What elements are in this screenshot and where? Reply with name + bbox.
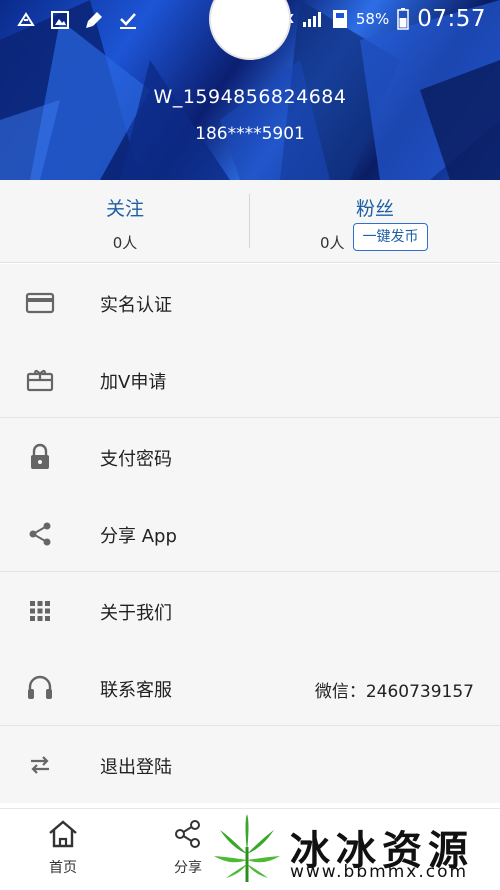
menu-item-label: 联系客服 [100, 680, 172, 701]
sd-card-icon [332, 10, 347, 28]
notification-app-icon [17, 12, 35, 26]
battery-icon [397, 8, 409, 30]
issue-coin-button[interactable]: 一键发币 [353, 223, 428, 251]
gift-icon [26, 369, 54, 392]
following-stat[interactable]: 关注 0人 [0, 180, 250, 263]
phone-number: 186****5901 [195, 124, 305, 144]
menu-item-label: 分享 App [100, 526, 177, 547]
settings-menu: 实名认证 加V申请 支付密码 分享 App 关于我们 联系客服 微信：24607… [0, 264, 500, 803]
menu-item-v-application[interactable]: 加V申请 [0, 341, 500, 418]
headset-icon [28, 675, 52, 699]
battery-percentage: 58% [355, 10, 390, 28]
tab-share-label: 分享 [174, 860, 202, 876]
share-icon [29, 522, 51, 546]
id-card-icon [25, 292, 55, 314]
following-count: 0人 [112, 234, 138, 252]
tab-share[interactable]: 分享 [158, 817, 218, 877]
menu-item-label: 关于我们 [100, 603, 172, 624]
menu-item-real-name-verification[interactable]: 实名认证 [0, 264, 500, 341]
profile-header: 1 1X 58% 07:57 W_1594856824684 186****59… [0, 0, 500, 180]
menu-item-label: 加V申请 [100, 372, 167, 393]
lock-icon [31, 443, 49, 469]
menu-item-logout[interactable]: 退出登陆 [0, 726, 500, 803]
menu-item-customer-service[interactable]: 联系客服 微信：2460739157 [0, 649, 500, 726]
menu-item-about-us[interactable]: 关于我们 [0, 572, 500, 649]
username: W_1594856824684 [153, 86, 347, 108]
wechat-contact: 微信：2460739157 [314, 682, 474, 702]
menu-item-share-app[interactable]: 分享 App [0, 495, 500, 572]
tab-home-label: 首页 [49, 860, 77, 876]
flashlight-icon [86, 12, 102, 28]
menu-item-payment-password[interactable]: 支付密码 [0, 418, 500, 495]
tab-home[interactable]: 首页 [33, 817, 93, 877]
fans-label: 粉丝 [355, 198, 394, 220]
home-icon [49, 820, 77, 848]
checkbox-icon [120, 13, 136, 29]
fans-count: 0人 [320, 234, 345, 252]
following-label: 关注 [105, 198, 144, 220]
menu-item-label: 实名认证 [100, 295, 172, 316]
stats-bar: 关注 0人 粉丝 0人 一键发币 [0, 180, 500, 263]
swap-icon [31, 756, 49, 774]
image-icon [51, 11, 69, 29]
watermark-leaf-logo [214, 814, 280, 882]
clock: 07:57 [417, 6, 486, 32]
watermark-url: www.bbmmx.com [290, 862, 469, 882]
share-icon [175, 820, 200, 848]
menu-item-label: 退出登陆 [100, 757, 172, 778]
signal-icon [302, 12, 321, 27]
grid-icon [30, 601, 50, 621]
fans-stat[interactable]: 粉丝 0人 一键发币 [250, 180, 500, 263]
menu-item-label: 支付密码 [100, 449, 172, 470]
